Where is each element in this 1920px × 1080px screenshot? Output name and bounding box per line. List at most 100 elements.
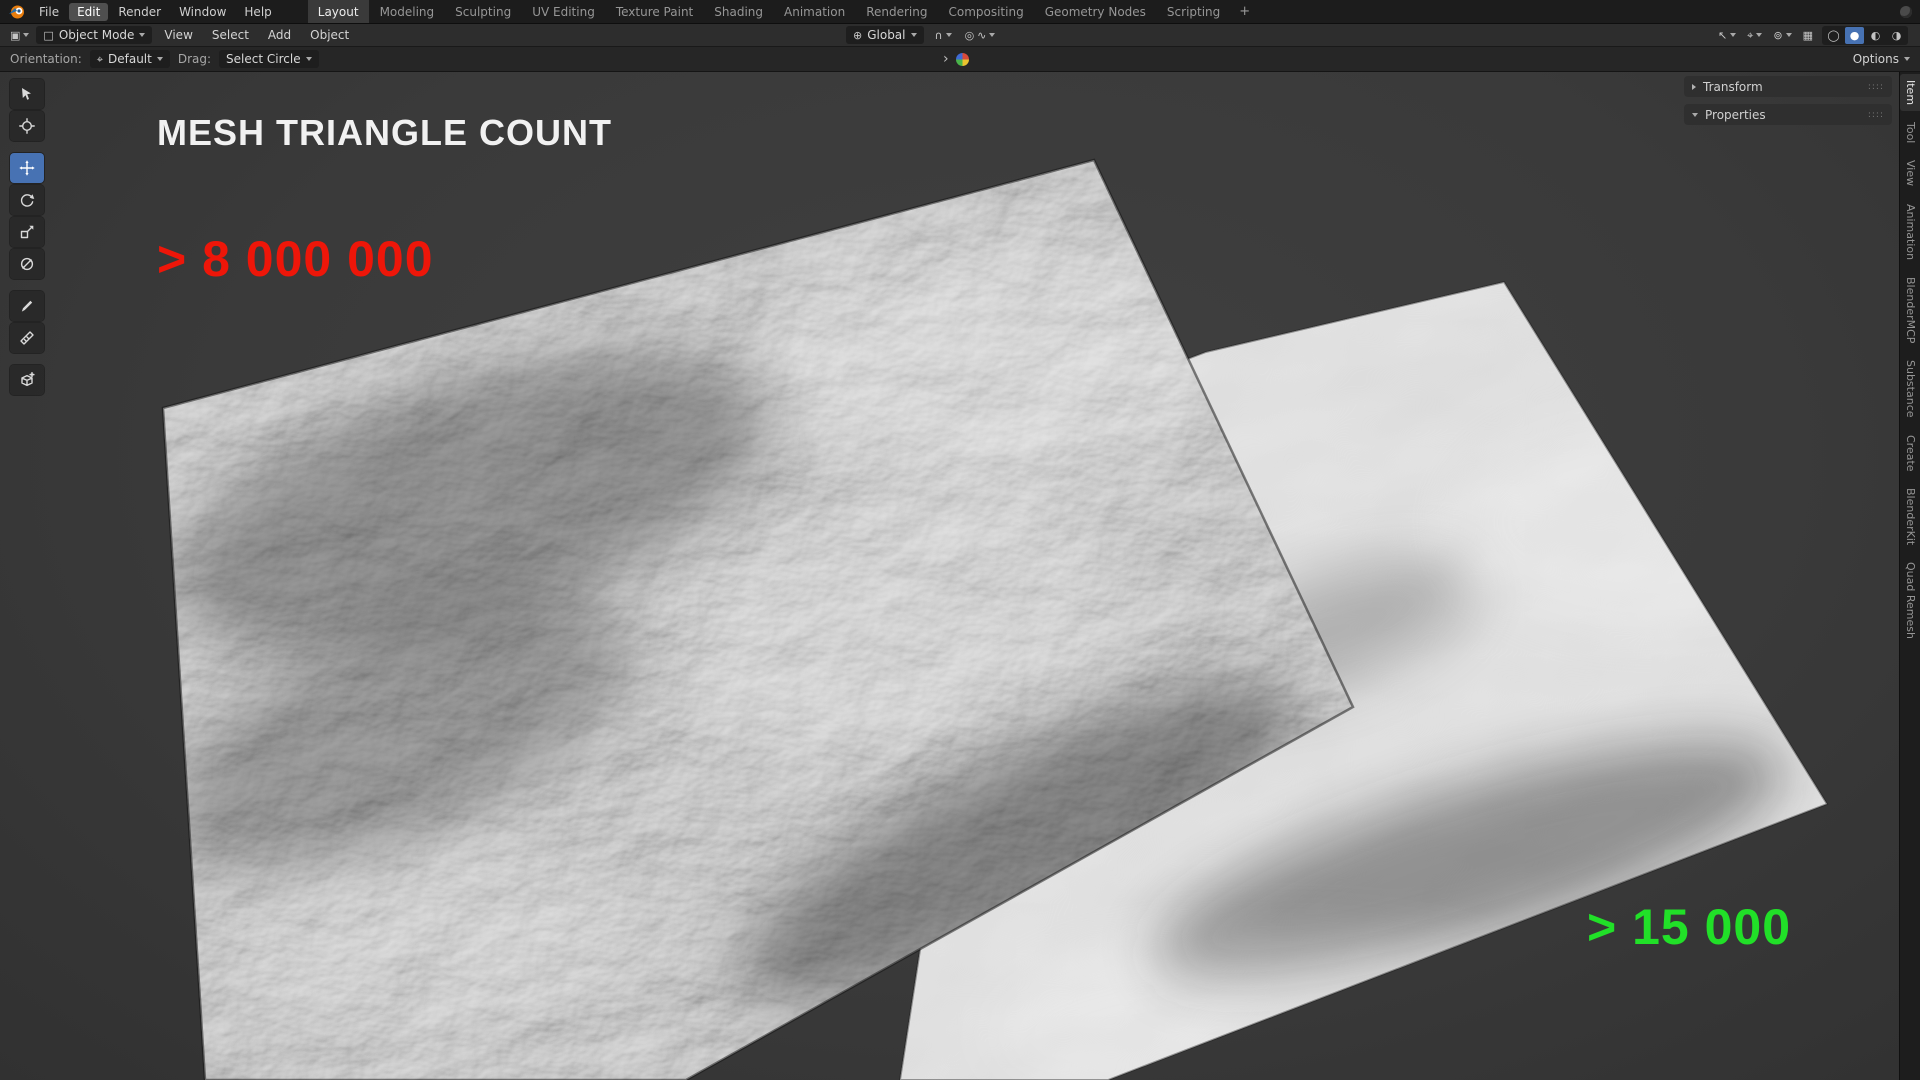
panel-grip-icon[interactable]: ::::: [1868, 82, 1884, 92]
orientation-gizmo-icon: ⌖: [97, 54, 103, 65]
menu-view[interactable]: View: [157, 26, 199, 44]
sidebar-tab-substance[interactable]: Substance: [1900, 354, 1920, 424]
sidebar-tab-item[interactable]: Item: [1900, 74, 1920, 111]
transform-icon: [19, 256, 35, 272]
chevron-down-icon: [946, 33, 952, 37]
panel-properties[interactable]: Properties ::::: [1684, 104, 1892, 125]
workspace-tab-compositing[interactable]: Compositing: [938, 0, 1033, 23]
add-workspace-button[interactable]: +: [1231, 4, 1258, 19]
show-gizmo-dropdown[interactable]: ⌖: [1745, 29, 1764, 42]
topbar: File Edit Render Window Help Layout Mode…: [0, 0, 1920, 24]
tool-cursor-button[interactable]: [10, 111, 44, 141]
cursor-icon: [19, 118, 35, 134]
falloff-icon: ∿: [977, 30, 986, 41]
mode-dropdown[interactable]: □ Object Mode: [36, 26, 152, 44]
chevron-down-icon: [157, 57, 163, 61]
annotation-high-poly-count: > 8 000 000: [157, 230, 434, 288]
menu-window[interactable]: Window: [171, 3, 234, 21]
sidebar-tab-animation[interactable]: Animation: [1900, 198, 1920, 266]
panel-transform-label: Transform: [1703, 80, 1763, 94]
sidebar-tab-create[interactable]: Create: [1900, 429, 1920, 478]
orientation-label: Orientation:: [10, 52, 82, 66]
workspace-tab-uv-editing[interactable]: UV Editing: [522, 0, 605, 23]
visibility-icon: ↖: [1718, 30, 1727, 41]
tool-scale-button[interactable]: [10, 217, 44, 247]
shading-solid-button[interactable]: ●: [1845, 27, 1864, 44]
menu-render[interactable]: Render: [110, 3, 169, 21]
menu-object[interactable]: Object: [303, 26, 356, 44]
orientation-default-dropdown[interactable]: ⌖ Default: [90, 50, 170, 68]
shading-material-button[interactable]: ◐: [1866, 27, 1885, 44]
material-ball-icon: [956, 53, 969, 66]
menu-help[interactable]: Help: [236, 3, 279, 21]
overlays-icon: ⊚: [1773, 30, 1782, 41]
workspace-tab-rendering[interactable]: Rendering: [856, 0, 937, 23]
chevron-down-icon: [1730, 33, 1736, 37]
tool-add-cube-button[interactable]: [10, 365, 44, 395]
proportional-edit-toggle[interactable]: ◎ ∿: [963, 29, 998, 42]
chevron-down-icon: [139, 33, 145, 37]
tool-settings-bar: Orientation: ⌖ Default Drag: Select Circ…: [0, 47, 1920, 72]
panel-transform[interactable]: Transform ::::: [1684, 76, 1892, 97]
show-overlays-dropdown[interactable]: ⊚: [1771, 29, 1793, 42]
object-visibility-dropdown[interactable]: ↖: [1716, 29, 1738, 42]
sidebar-tab-quad-remesh[interactable]: Quad Remesh: [1900, 556, 1920, 645]
tool-transform-button[interactable]: [10, 249, 44, 279]
options-dropdown[interactable]: Options: [1853, 52, 1910, 66]
workspace-tab-animation[interactable]: Animation: [774, 0, 855, 23]
options-label: Options: [1853, 52, 1899, 66]
collapsed-operator-panel[interactable]: ›: [943, 52, 969, 66]
shading-rendered-button[interactable]: ◑: [1887, 27, 1906, 44]
menu-select[interactable]: Select: [205, 26, 256, 44]
tool-rotate-button[interactable]: [10, 185, 44, 215]
tool-annotate-button[interactable]: [10, 291, 44, 321]
tool-select-box-button[interactable]: [10, 79, 44, 109]
status-icon[interactable]: [1900, 6, 1912, 18]
workspace-tabs: Layout Modeling Sculpting UV Editing Tex…: [308, 0, 1258, 23]
editor-type-dropdown[interactable]: ▣: [8, 29, 31, 42]
chevron-down-icon: [23, 33, 29, 37]
magnet-icon: ∩: [935, 30, 943, 41]
menu-file[interactable]: File: [31, 3, 67, 21]
select-box-icon: [19, 86, 35, 102]
xray-toggle[interactable]: ▦: [1801, 29, 1815, 42]
workspace-tab-layout[interactable]: Layout: [308, 0, 369, 23]
orientation-dropdown[interactable]: ⊕ Global: [846, 26, 924, 44]
annotate-pencil-icon: [19, 298, 35, 314]
menu-add[interactable]: Add: [261, 26, 298, 44]
menu-edit[interactable]: Edit: [69, 3, 108, 21]
snap-toggle[interactable]: ∩: [933, 29, 954, 42]
orientation-value: Global: [867, 28, 905, 42]
chevron-right-icon: [1692, 84, 1696, 90]
shading-mode-group: ◯ ● ◐ ◑: [1822, 26, 1908, 45]
globe-icon: ⊕: [853, 30, 862, 41]
sidebar-tab-blenderkit[interactable]: BlenderKit: [1900, 482, 1920, 551]
scale-icon: [19, 224, 35, 240]
xray-icon: ▦: [1803, 30, 1813, 41]
sidebar-tab-view[interactable]: View: [1900, 154, 1920, 192]
annotation-low-poly-count: > 15 000: [1587, 898, 1791, 956]
measure-ruler-icon: [19, 330, 35, 346]
drag-mode-dropdown[interactable]: Select Circle: [219, 50, 319, 68]
editor-type-icon: ▣: [10, 30, 20, 41]
toolbar: [10, 79, 44, 395]
workspace-tab-shading[interactable]: Shading: [704, 0, 773, 23]
viewport-3d[interactable]: Transform :::: Properties :::: Item Tool…: [0, 72, 1920, 1080]
chevron-down-icon: [1786, 33, 1792, 37]
mode-label: Object Mode: [59, 28, 135, 42]
sidebar-tab-tool[interactable]: Tool: [1900, 116, 1920, 149]
workspace-tab-sculpting[interactable]: Sculpting: [445, 0, 521, 23]
tool-move-button[interactable]: [10, 153, 44, 183]
chevron-down-icon: [306, 57, 312, 61]
workspace-tab-geometry-nodes[interactable]: Geometry Nodes: [1035, 0, 1156, 23]
blender-logo-icon[interactable]: [8, 3, 25, 20]
viewport-header: ▣ □ Object Mode View Select Add Object ⊕…: [0, 24, 1920, 47]
annotation-title: MESH TRIANGLE COUNT: [157, 112, 612, 154]
workspace-tab-modeling[interactable]: Modeling: [370, 0, 445, 23]
sidebar-tab-blendermcp[interactable]: BlenderMCP: [1900, 271, 1920, 349]
workspace-tab-texture-paint[interactable]: Texture Paint: [606, 0, 703, 23]
tool-measure-button[interactable]: [10, 323, 44, 353]
shading-wireframe-button[interactable]: ◯: [1824, 27, 1843, 44]
panel-grip-icon[interactable]: ::::: [1868, 110, 1884, 120]
workspace-tab-scripting[interactable]: Scripting: [1157, 0, 1230, 23]
